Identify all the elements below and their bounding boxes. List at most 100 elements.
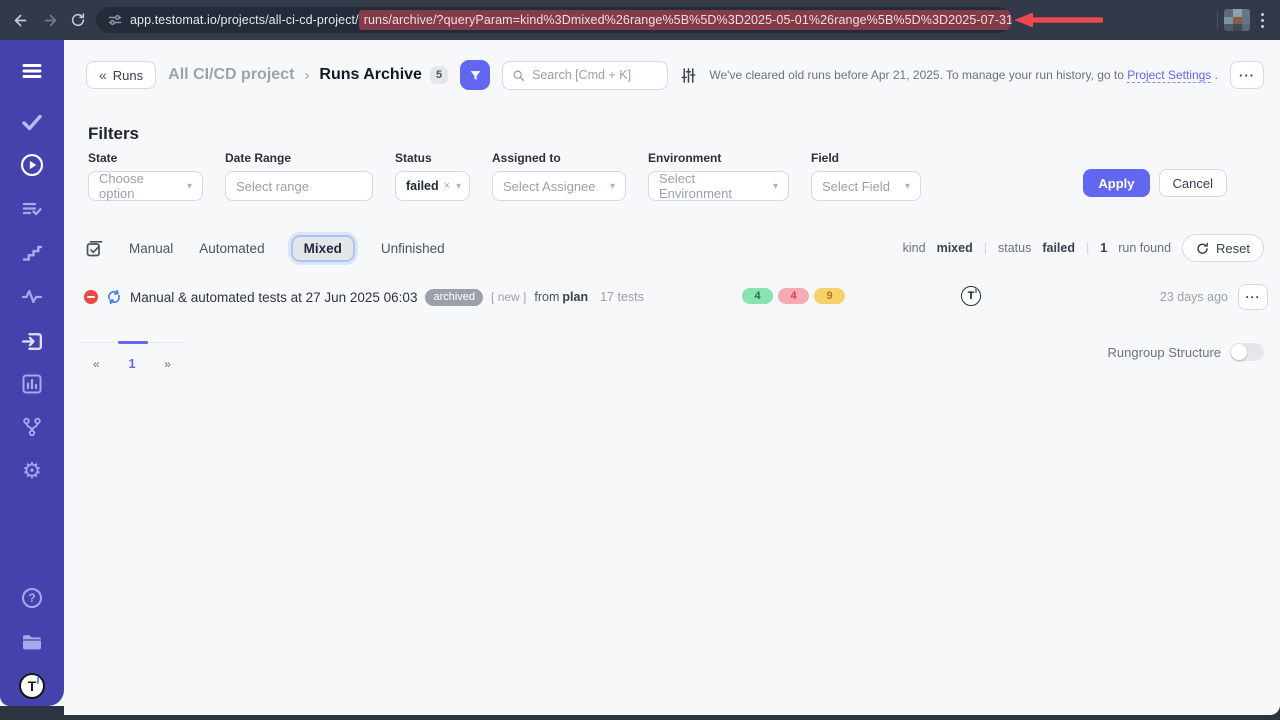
field-select[interactable]: Select Field ▾ xyxy=(811,171,921,201)
remove-status-icon[interactable]: × xyxy=(444,180,450,192)
reporter-logo-icon[interactable]: T xyxy=(961,286,981,306)
notice-text: We've cleared old runs before Apr 21, 20… xyxy=(709,68,1124,82)
apply-button[interactable]: Apply xyxy=(1083,169,1149,197)
sidebar-item-analytics[interactable] xyxy=(19,371,45,397)
pagination-next[interactable]: » xyxy=(164,357,171,371)
pagination-prev[interactable]: « xyxy=(93,357,100,371)
back-to-runs-label: Runs xyxy=(113,68,143,83)
chevron-down-icon: ▾ xyxy=(456,181,461,192)
environment-select[interactable]: Select Environment ▾ xyxy=(648,171,789,201)
from-plan: fromplan xyxy=(534,288,588,306)
run-time-ago: 23 days ago xyxy=(1160,290,1228,304)
summary-divider: | xyxy=(1086,241,1089,255)
stairs-icon xyxy=(20,241,44,265)
back-to-runs-button[interactable]: « Runs xyxy=(86,61,156,89)
sidebar-item-settings[interactable]: ⚙ xyxy=(19,458,45,484)
header-more-button[interactable]: ··· xyxy=(1230,61,1264,89)
breadcrumb-project[interactable]: All CI/CD project xyxy=(168,66,294,84)
logo-letter: T xyxy=(968,290,975,302)
select-all-icon[interactable] xyxy=(86,240,103,257)
sidebar-item-menu[interactable] xyxy=(19,58,45,84)
filter-field-state: State Choose option ▾ xyxy=(88,151,203,201)
sidebar-item-milestones[interactable] xyxy=(19,240,45,266)
pagination: « 1 » xyxy=(80,342,184,371)
run-meta: 23 days ago ··· xyxy=(1160,282,1268,312)
assignee-select[interactable]: Select Assignee ▾ xyxy=(492,171,626,201)
sidebar-item-tests[interactable] xyxy=(19,109,45,135)
header-right: We've cleared old runs before Apr 21, 20… xyxy=(709,60,1264,90)
filter-field-status: Status failed × ▾ xyxy=(395,151,470,201)
sidebar-item-projects[interactable] xyxy=(19,629,45,655)
profile-avatar[interactable] xyxy=(1224,9,1250,31)
browser-back-icon[interactable] xyxy=(10,10,30,30)
page-header: « Runs All CI/CD project › Runs Archive … xyxy=(86,60,697,90)
page-content: « Runs All CI/CD project › Runs Archive … xyxy=(0,40,1280,715)
sidebar-item-testomat-logo[interactable]: T xyxy=(19,673,45,699)
tab-mixed[interactable]: Mixed xyxy=(291,235,355,262)
tab-unfinished[interactable]: Unfinished xyxy=(381,241,445,256)
cleanup-notice: We've cleared old runs before Apr 21, 20… xyxy=(709,68,1218,82)
tab-automated[interactable]: Automated xyxy=(199,241,264,256)
filter-actions: Apply Cancel xyxy=(1083,169,1227,197)
run-more-button[interactable]: ··· xyxy=(1238,284,1268,310)
sidebar-item-import[interactable] xyxy=(19,328,45,354)
sidebar-item-help[interactable]: ? xyxy=(19,585,45,611)
sidebar-item-plans[interactable] xyxy=(19,196,45,222)
folder-icon xyxy=(20,630,44,654)
state-label: State xyxy=(88,151,203,165)
summary-divider: | xyxy=(984,241,987,255)
check-icon xyxy=(20,110,44,134)
cancel-button[interactable]: Cancel xyxy=(1159,169,1227,197)
date-range-input[interactable] xyxy=(236,179,362,194)
search-box xyxy=(502,61,668,90)
chevron-down-icon: ▾ xyxy=(187,181,192,192)
browser-forward-icon[interactable] xyxy=(40,10,60,30)
address-bar[interactable]: app.testomat.io/projects/all-ci-cd-proje… xyxy=(96,7,1012,33)
reset-button[interactable]: Reset xyxy=(1182,234,1264,262)
play-circle-icon xyxy=(19,152,45,178)
tab-manual[interactable]: Manual xyxy=(129,241,173,256)
chevron-down-icon: ▾ xyxy=(905,181,910,192)
sidebar-item-activity[interactable] xyxy=(19,283,45,309)
filter-button[interactable] xyxy=(460,60,490,90)
environment-label: Environment xyxy=(648,151,789,165)
browser-menu-icon[interactable] xyxy=(1254,10,1270,30)
browser-reload-icon[interactable] xyxy=(68,10,88,30)
project-settings-link[interactable]: Project Settings xyxy=(1127,68,1211,83)
field-value: Select Field xyxy=(822,179,890,194)
environment-value: Select Environment xyxy=(659,171,767,201)
state-select[interactable]: Choose option ▾ xyxy=(88,171,203,201)
state-value: Choose option xyxy=(99,171,181,201)
result-pills: 4 4 9 xyxy=(742,288,845,304)
funnel-icon xyxy=(469,69,482,82)
run-title[interactable]: Manual & automated tests at 27 Jun 2025 … xyxy=(130,290,417,305)
status-summary-label: status xyxy=(998,241,1031,255)
status-select[interactable]: failed × ▾ xyxy=(395,171,470,201)
gear-icon: ⚙ xyxy=(22,460,42,482)
run-row[interactable]: Manual & automated tests at 27 Jun 2025 … xyxy=(0,282,1280,312)
hamburger-icon xyxy=(20,59,44,83)
page-title: Runs Archive xyxy=(319,66,422,84)
failed-status-icon xyxy=(84,290,98,304)
passed-count-pill: 4 xyxy=(742,288,773,304)
pagination-page-1[interactable]: 1 xyxy=(128,356,135,371)
screen: app.testomat.io/projects/all-ci-cd-proje… xyxy=(0,0,1280,720)
tests-count: 17 tests xyxy=(600,290,644,304)
runs-count-badge: 5 xyxy=(430,66,448,84)
logo-letter: T xyxy=(28,678,37,694)
pagination-active-indicator xyxy=(118,341,148,344)
rungroup-structure-toggle[interactable] xyxy=(1230,343,1264,361)
sidebar-item-branches[interactable] xyxy=(19,414,45,440)
breadcrumb-separator: › xyxy=(304,67,309,84)
rungroup-structure-label: Rungroup Structure xyxy=(1108,345,1221,360)
date-range-label: Date Range xyxy=(225,151,373,165)
search-input[interactable] xyxy=(532,68,658,82)
branch-icon xyxy=(20,415,44,439)
sidebar-item-runs[interactable] xyxy=(19,152,45,178)
site-settings-icon[interactable] xyxy=(108,13,122,27)
view-settings-icon[interactable] xyxy=(680,67,697,84)
archived-badge: archived xyxy=(425,289,483,306)
annotation-arrow-icon xyxy=(1014,12,1106,28)
browser-toolbar: app.testomat.io/projects/all-ci-cd-proje… xyxy=(0,0,1280,40)
notice-suffix: . xyxy=(1215,68,1218,82)
